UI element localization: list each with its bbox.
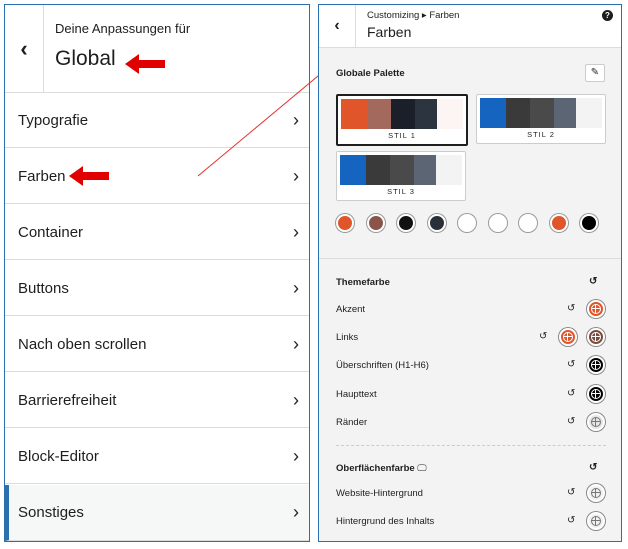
edit-palette-icon[interactable]: ✎	[585, 64, 605, 82]
palette-style-2[interactable]: STIL 2	[476, 94, 606, 144]
color-swatch-button[interactable]	[559, 328, 577, 346]
page-title: Farben	[367, 24, 412, 40]
globe-icon	[591, 516, 601, 526]
help-icon[interactable]: ?	[602, 10, 613, 21]
color-swatch-button[interactable]	[587, 385, 605, 403]
palette-style-label: STIL 2	[527, 130, 555, 139]
globe-icon	[591, 389, 601, 399]
theme-color-title: Themefarbe	[336, 277, 390, 288]
globe-icon	[563, 332, 573, 342]
palette-color-block	[390, 155, 414, 185]
reset-icon[interactable]: ↺	[589, 276, 597, 287]
palette-style-label: STIL 1	[388, 131, 416, 140]
palette-color-strip	[480, 98, 602, 128]
palette-color-block	[437, 99, 463, 129]
palette-color-block	[436, 155, 462, 185]
palette-style-1[interactable]: STIL 1	[336, 94, 468, 146]
color-swatch-button[interactable]	[587, 484, 605, 502]
divider	[319, 258, 621, 259]
palette-color-block	[341, 99, 367, 129]
color-row-label: Links	[336, 332, 359, 343]
reset-icon[interactable]: ↺	[539, 331, 547, 342]
monitor-icon: 🖵	[417, 463, 427, 474]
palette-color-block	[415, 99, 437, 129]
color-row-label: Haupttext	[336, 389, 377, 400]
palette-style-3[interactable]: STIL 3	[336, 151, 466, 201]
palette-color-block	[340, 155, 366, 185]
color-swatch-button[interactable]	[587, 356, 605, 374]
palette-color-block	[554, 98, 576, 128]
back-button[interactable]: ‹	[319, 5, 356, 47]
color-swatch-button[interactable]	[587, 512, 605, 530]
breadcrumb: Customizing ▸ Farben	[367, 10, 460, 21]
color-row-label: Website-Hintergrund	[336, 488, 423, 499]
palette-color-dot[interactable]	[488, 214, 507, 232]
palette-color-block	[506, 98, 530, 128]
globe-icon	[591, 332, 601, 342]
palette-style-label: STIL 3	[387, 187, 415, 196]
palette-color-block	[530, 98, 554, 128]
right-panel-header: ‹ Customizing ▸ Farben Farben ?	[319, 5, 621, 48]
reset-icon[interactable]: ↺	[567, 303, 575, 314]
globe-icon	[591, 488, 601, 498]
palette-color-block	[391, 99, 415, 129]
palette-color-block	[576, 98, 602, 128]
globe-icon	[591, 360, 601, 370]
color-row-label: Akzent	[336, 304, 366, 315]
reset-icon[interactable]: ↺	[589, 462, 597, 473]
dashed-divider	[336, 445, 606, 446]
globe-icon	[591, 417, 601, 427]
reset-icon[interactable]: ↺	[567, 388, 575, 399]
reset-icon[interactable]: ↺	[567, 515, 575, 526]
palette-color-dot[interactable]	[366, 214, 385, 232]
palette-color-dot[interactable]	[519, 214, 537, 232]
reset-icon[interactable]: ↺	[567, 487, 575, 498]
right-colors-panel: ‹ Customizing ▸ Farben Farben ? Globale …	[318, 4, 622, 542]
palette-color-dot[interactable]	[458, 214, 476, 232]
palette-color-block	[414, 155, 436, 185]
global-palette-title: Globale Palette	[336, 68, 405, 79]
color-row-label: Ränder	[336, 417, 368, 428]
palette-color-dot[interactable]	[397, 214, 415, 232]
color-row-label: Hintergrund des Inhalts	[336, 516, 435, 527]
palette-color-block	[480, 98, 506, 128]
palette-color-block	[366, 155, 390, 185]
reset-icon[interactable]: ↺	[567, 359, 575, 370]
globe-icon	[591, 304, 601, 314]
surface-color-title: Oberflächenfarbe 🖵	[336, 463, 426, 474]
palette-color-dot[interactable]	[580, 214, 598, 232]
color-swatch-button[interactable]	[587, 300, 605, 318]
reset-icon[interactable]: ↺	[567, 416, 575, 427]
surface-color-label: Oberflächenfarbe	[336, 463, 415, 474]
palette-color-strip	[340, 155, 462, 185]
palette-color-dot[interactable]	[427, 214, 446, 232]
color-row-label: Überschriften (H1-H6)	[336, 360, 429, 371]
palette-color-strip	[341, 99, 463, 129]
color-swatch-button[interactable]	[587, 328, 605, 346]
palette-color-block	[367, 99, 391, 129]
palette-color-dot[interactable]	[549, 214, 568, 232]
color-swatch-button[interactable]	[587, 413, 605, 431]
palette-color-dot[interactable]	[336, 214, 354, 232]
